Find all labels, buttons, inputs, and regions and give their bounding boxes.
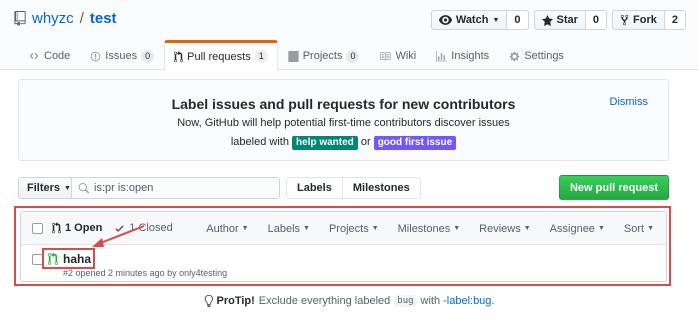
assignee-filter-label: Assignee bbox=[549, 222, 595, 235]
fork-button[interactable]: Fork bbox=[612, 10, 665, 30]
watch-label: Watch bbox=[455, 14, 489, 26]
new-pull-request-button[interactable]: New pull request bbox=[558, 175, 669, 200]
repo-actions: Watch ▼ 0 Star 0 Fork 2 bbox=[430, 10, 686, 30]
issues-count: 0 bbox=[141, 49, 155, 63]
tab-issues[interactable]: Issues 0 bbox=[80, 40, 164, 70]
gear-icon bbox=[509, 51, 520, 61]
repo-nav: Code Issues 0 Pull requests 1 Projects 0… bbox=[18, 40, 574, 71]
caret-down-icon: ▼ bbox=[303, 225, 310, 232]
pull-request-icon bbox=[174, 50, 184, 62]
pull-request-icon bbox=[52, 222, 61, 234]
caret-down-icon: ▼ bbox=[647, 225, 654, 232]
label-help-wanted[interactable]: help wanted bbox=[292, 136, 358, 150]
tab-insights[interactable]: Insights bbox=[426, 40, 499, 70]
graph-icon bbox=[436, 50, 448, 61]
sort-filter-label: Sort bbox=[623, 222, 645, 235]
fork-count[interactable]: 2 bbox=[664, 10, 686, 30]
projects-count: 0 bbox=[346, 49, 360, 63]
subnav-links: Labels Milestones bbox=[286, 177, 421, 199]
star-count[interactable]: 0 bbox=[585, 10, 608, 30]
labels-link[interactable]: Labels bbox=[286, 177, 343, 199]
dismiss-link[interactable]: Dismiss bbox=[610, 96, 649, 108]
caret-down-icon: ▼ bbox=[371, 225, 379, 232]
repo-icon bbox=[14, 11, 26, 26]
lightbulb-icon bbox=[204, 295, 213, 307]
projects-filter-label: Projects bbox=[328, 222, 369, 235]
labels-filter-label: Labels bbox=[267, 222, 301, 235]
repo-owner-link[interactable]: whyzc bbox=[32, 10, 74, 27]
caret-down-icon: ▼ bbox=[64, 184, 71, 192]
star-button[interactable]: Star bbox=[533, 10, 586, 30]
tab-settings[interactable]: Settings bbox=[499, 40, 574, 70]
star-label: Star bbox=[556, 14, 578, 26]
tab-projects[interactable]: Projects 0 bbox=[278, 40, 370, 70]
protip-text2: with bbox=[420, 295, 441, 307]
banner-line1: Now, GitHub will help potential first-ti… bbox=[177, 117, 510, 129]
watch-count[interactable]: 0 bbox=[507, 10, 529, 30]
fork-label: Fork bbox=[633, 14, 657, 26]
search-icon bbox=[78, 182, 89, 193]
list-filters: Author ▼ Labels ▼ Projects ▼ Milestones ▼ Re… bbox=[187, 212, 654, 245]
protip-text1: Exclude everything labeled bbox=[258, 295, 391, 307]
banner-line2: labeled with help wanted or good first i… bbox=[19, 134, 668, 150]
reviews-filter-label: Reviews bbox=[479, 222, 521, 235]
search-box bbox=[71, 177, 280, 199]
protip-link[interactable]: -label:bug. bbox=[443, 295, 494, 307]
search-input[interactable] bbox=[94, 182, 274, 194]
tab-wiki[interactable]: Wiki bbox=[369, 40, 426, 70]
select-all-checkbox[interactable] bbox=[32, 222, 43, 234]
project-icon bbox=[288, 50, 299, 62]
caret-down-icon: ▼ bbox=[453, 225, 461, 232]
tab-projects-label: Projects bbox=[302, 50, 343, 62]
labels-filter[interactable]: Labels ▼ bbox=[268, 223, 310, 235]
onboarding-banner: Label issues and pull requests for new c… bbox=[18, 79, 669, 161]
milestones-filter[interactable]: Milestones ▼ bbox=[398, 223, 461, 235]
protip-code: bug bbox=[394, 295, 417, 307]
author-filter[interactable]: Author ▼ bbox=[206, 223, 248, 235]
tab-insights-label: Insights bbox=[451, 50, 490, 62]
caret-down-icon: ▼ bbox=[597, 225, 605, 232]
tab-pull-requests-label: Pull requests bbox=[187, 50, 251, 63]
banner-title: Label issues and pull requests for new c… bbox=[171, 96, 516, 112]
book-icon bbox=[380, 51, 391, 61]
tab-wiki-label: Wiki bbox=[395, 50, 417, 62]
eye-icon bbox=[438, 15, 452, 25]
code-icon bbox=[29, 52, 39, 60]
label-good-first-issue[interactable]: good first issue bbox=[373, 136, 457, 150]
assignee-filter[interactable]: Assignee ▼ bbox=[550, 223, 605, 235]
issue-icon bbox=[90, 51, 101, 61]
sort-filter[interactable]: Sort ▼ bbox=[624, 223, 654, 235]
subnav: Filters ▼ Labels Milestones New pull req… bbox=[18, 175, 669, 200]
tab-code[interactable]: Code bbox=[18, 40, 80, 70]
filters-label: Filters bbox=[27, 182, 61, 194]
tab-issues-label: Issues bbox=[105, 50, 138, 62]
milestones-link[interactable]: Milestones bbox=[342, 177, 421, 199]
caret-down-icon: ▼ bbox=[523, 225, 531, 232]
tab-settings-label: Settings bbox=[524, 50, 564, 62]
protip-label: ProTip! bbox=[216, 295, 255, 307]
author-filter-label: Author bbox=[206, 222, 239, 235]
pull-request-meta: #2 opened 2 minutes ago by only4testing bbox=[63, 268, 228, 278]
tab-pull-requests[interactable]: Pull requests 1 bbox=[164, 40, 278, 71]
projects-filter[interactable]: Projects ▼ bbox=[329, 223, 379, 235]
fork-icon bbox=[620, 14, 629, 26]
annotation-arrow bbox=[92, 225, 145, 247]
repo-header: whyzc / test Watch ▼ 0 Star 0 Fork 2 Cod… bbox=[0, 0, 698, 71]
path-separator: / bbox=[79, 10, 84, 27]
star-icon bbox=[541, 14, 553, 26]
pull-requests-count: 1 bbox=[254, 50, 268, 63]
caret-down-icon: ▼ bbox=[241, 225, 249, 232]
caret-down-icon: ▼ bbox=[492, 16, 500, 24]
banner-line2-or: or bbox=[360, 136, 371, 148]
watch-button[interactable]: Watch ▼ bbox=[430, 10, 508, 30]
tab-code-label: Code bbox=[44, 50, 71, 62]
reviews-filter[interactable]: Reviews ▼ bbox=[479, 223, 531, 235]
milestones-filter-label: Milestones bbox=[397, 222, 451, 235]
banner-line2-prefix: labeled with bbox=[230, 136, 289, 148]
repo-name-link[interactable]: test bbox=[90, 10, 117, 27]
repo-title: whyzc / test bbox=[14, 10, 117, 27]
protip: ProTip! Exclude everything labeled bug w… bbox=[0, 295, 698, 307]
